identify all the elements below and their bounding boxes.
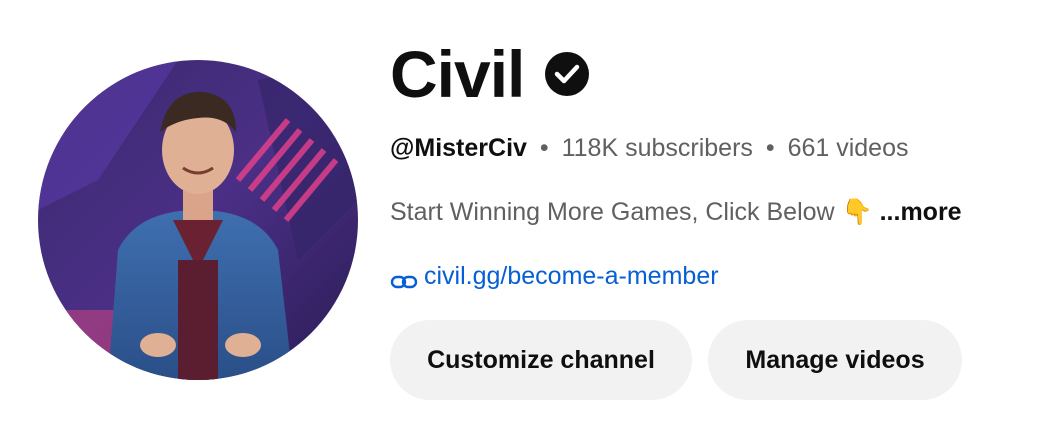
link-icon — [390, 266, 418, 289]
channel-avatar[interactable] — [38, 60, 358, 380]
video-count: 661 videos — [787, 134, 909, 162]
more-button[interactable]: ...more — [880, 198, 962, 226]
customize-channel-button[interactable]: Customize channel — [390, 320, 692, 400]
channel-description[interactable]: Start Winning More Games, Click Below 👇 … — [390, 194, 1040, 230]
subscriber-count: 118K subscribers — [561, 134, 753, 162]
description-text: Start Winning More Games, Click Below 👇 — [390, 198, 873, 226]
channel-handle: @MisterCiv — [390, 134, 527, 162]
title-row: Civil — [390, 34, 1040, 114]
meta-separator: • — [539, 134, 549, 162]
action-buttons: Customize channel Manage videos — [390, 320, 962, 400]
meta-separator: • — [765, 134, 775, 162]
channel-link-row: civil.gg/become-a-member — [390, 258, 1040, 294]
channel-info: Civil @MisterCiv • 118K subscribers • 66… — [390, 34, 1040, 400]
channel-header: Civil @MisterCiv • 118K subscribers • 66… — [0, 0, 1056, 428]
manage-videos-button[interactable]: Manage videos — [708, 320, 962, 400]
channel-meta: @MisterCiv • 118K subscribers • 661 vide… — [390, 130, 1040, 166]
avatar-image — [38, 60, 358, 380]
verified-check-icon — [544, 51, 590, 97]
channel-link[interactable]: civil.gg/become-a-member — [424, 258, 719, 294]
channel-name: Civil — [390, 37, 525, 111]
